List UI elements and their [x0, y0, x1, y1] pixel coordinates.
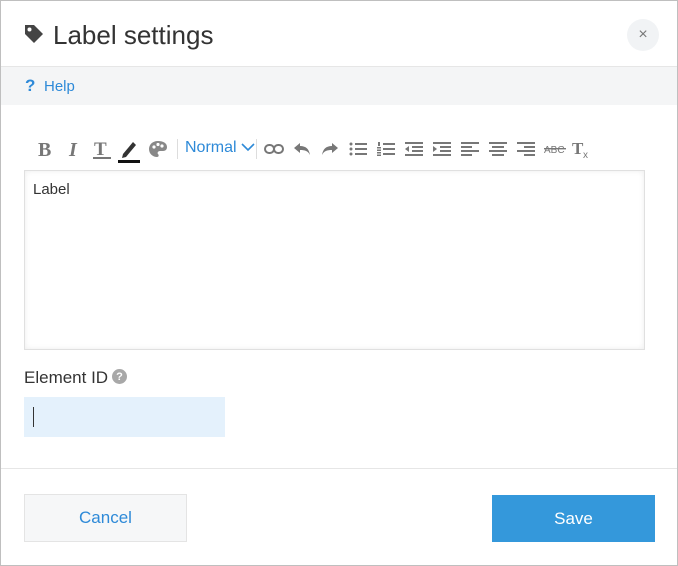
dialog-header: Label settings ×: [1, 1, 677, 67]
text-caret: [33, 407, 34, 427]
dialog-title: Label settings: [53, 20, 214, 50]
clear-format-icon[interactable]: T x: [571, 135, 595, 163]
help-icon[interactable]: ?: [25, 76, 35, 96]
toolbar-separator: [256, 139, 257, 159]
strikethrough-icon[interactable]: ABC: [543, 135, 567, 163]
rich-text-editor[interactable]: Label: [24, 170, 645, 350]
help-bar: ? Help: [1, 67, 677, 105]
align-left-icon[interactable]: [459, 135, 481, 163]
chevron-down-icon: [240, 139, 255, 157]
element-id-input[interactable]: [24, 397, 225, 437]
redo-icon[interactable]: [319, 135, 341, 163]
close-button[interactable]: ×: [627, 19, 659, 51]
svg-text:T: T: [94, 139, 107, 159]
italic-icon[interactable]: I: [63, 135, 85, 163]
info-icon[interactable]: ?: [112, 369, 127, 384]
format-select[interactable]: Normal: [185, 139, 255, 157]
svg-text:B: B: [38, 139, 51, 159]
toolbar-separator: [177, 139, 178, 159]
align-center-icon[interactable]: [487, 135, 509, 163]
outdent-icon[interactable]: [403, 135, 425, 163]
link-icon[interactable]: [263, 135, 285, 163]
svg-text:I: I: [68, 139, 78, 159]
element-id-label: Element ID: [24, 368, 109, 387]
label-settings-dialog: Label settings × ? Help B I T Normal ABC…: [0, 0, 678, 566]
editor-toolbar: B I T Normal ABC T x: [31, 135, 651, 165]
text-color-icon[interactable]: T: [91, 135, 113, 163]
svg-text:x: x: [583, 150, 588, 159]
tag-icon: [23, 23, 45, 45]
editor-content: Label: [33, 181, 70, 198]
undo-icon[interactable]: [291, 135, 313, 163]
help-link[interactable]: Help: [44, 78, 75, 95]
format-select-label: Normal: [185, 139, 237, 156]
save-button[interactable]: Save: [492, 495, 655, 542]
align-right-icon[interactable]: [515, 135, 537, 163]
bullet-list-icon[interactable]: [347, 135, 369, 163]
close-icon: ×: [638, 26, 648, 43]
svg-text:ABC: ABC: [544, 145, 565, 156]
highlight-pen-icon[interactable]: [117, 135, 141, 163]
cancel-button[interactable]: Cancel: [24, 494, 187, 542]
indent-icon[interactable]: [431, 135, 453, 163]
numbered-list-icon[interactable]: [375, 135, 397, 163]
palette-icon[interactable]: [147, 135, 169, 163]
bold-icon[interactable]: B: [35, 135, 57, 163]
